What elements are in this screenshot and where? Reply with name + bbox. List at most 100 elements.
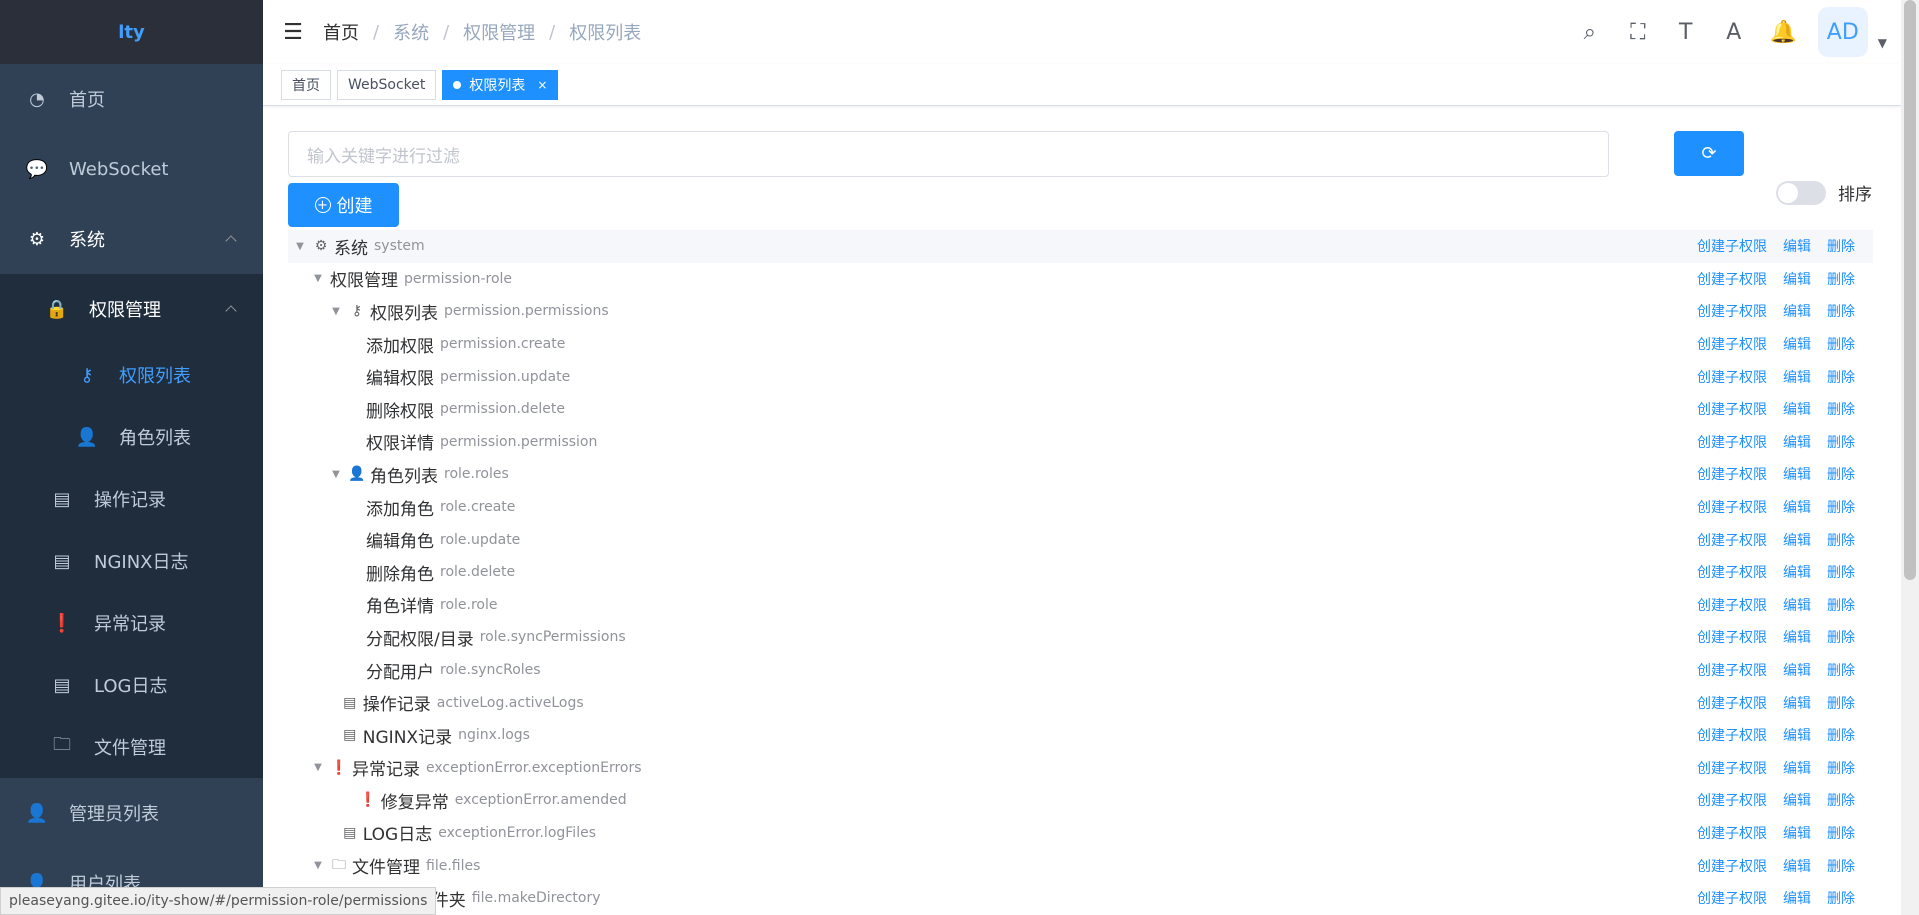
delete-link[interactable]: 删除 — [1827, 627, 1855, 647]
delete-link[interactable]: 删除 — [1827, 399, 1855, 419]
edit-link[interactable]: 编辑 — [1783, 367, 1811, 387]
add-child-permission-link[interactable]: 创建子权限 — [1697, 236, 1767, 256]
sidebar-item-nginx-log[interactable]: ▤ NGINX日志 — [0, 530, 263, 592]
edit-link[interactable]: 编辑 — [1783, 464, 1811, 484]
sidebar-item-websocket[interactable]: 💬 WebSocket — [0, 134, 263, 204]
refresh-button[interactable]: ⟳ — [1674, 131, 1744, 176]
edit-link[interactable]: 编辑 — [1783, 627, 1811, 647]
delete-link[interactable]: 删除 — [1827, 367, 1855, 387]
delete-link[interactable]: 删除 — [1827, 497, 1855, 517]
translate-icon[interactable]: A — [1722, 20, 1746, 45]
edit-link[interactable]: 编辑 — [1783, 660, 1811, 680]
add-child-permission-link[interactable]: 创建子权限 — [1697, 399, 1767, 419]
tree-row[interactable]: 删除角色 role.delete 创建子权限 编辑 删除 — [288, 556, 1873, 589]
tree-row[interactable]: ▼ 🗀 文件管理 file.files 创建子权限 编辑 删除 — [288, 849, 1873, 882]
bell-icon[interactable]: 🔔 — [1770, 20, 1797, 45]
delete-link[interactable]: 删除 — [1827, 823, 1855, 843]
sidebar-item-file-management[interactable]: 🗀 文件管理 — [0, 716, 263, 778]
sidebar-item-log-files[interactable]: ▤ LOG日志 — [0, 654, 263, 716]
sidebar-item-home[interactable]: ◔ 首页 — [0, 64, 263, 134]
close-icon[interactable]: × — [537, 78, 547, 92]
tree-row[interactable]: 权限详情 permission.permission 创建子权限 编辑 删除 — [288, 426, 1873, 459]
breadcrumb-item[interactable]: 首页 — [323, 19, 359, 45]
add-child-permission-link[interactable]: 创建子权限 — [1697, 660, 1767, 680]
tree-row[interactable]: ▤ NGINX记录 nginx.logs 创建子权限 编辑 删除 — [288, 719, 1873, 752]
tree-row[interactable]: ▼ ⚙ 系统 system 创建子权限 编辑 删除 — [288, 230, 1873, 263]
tag-home[interactable]: 首页 — [281, 69, 331, 100]
add-child-permission-link[interactable]: 创建子权限 — [1697, 301, 1767, 321]
delete-link[interactable]: 删除 — [1827, 334, 1855, 354]
add-child-permission-link[interactable]: 创建子权限 — [1697, 432, 1767, 452]
caret-down-icon[interactable]: ▼ — [312, 273, 324, 284]
add-child-permission-link[interactable]: 创建子权限 — [1697, 530, 1767, 550]
add-child-permission-link[interactable]: 创建子权限 — [1697, 888, 1767, 908]
tree-row[interactable]: ▤ 操作记录 activeLog.activeLogs 创建子权限 编辑 删除 — [288, 686, 1873, 719]
tree-row[interactable]: 添加权限 permission.create 创建子权限 编辑 删除 — [288, 328, 1873, 361]
caret-down-icon[interactable]: ▼ — [312, 860, 324, 871]
sidebar-item-admin-list[interactable]: 👤 管理员列表 — [0, 778, 263, 848]
delete-link[interactable]: 删除 — [1827, 530, 1855, 550]
tree-row[interactable]: ❗ 修复异常 exceptionError.amended 创建子权限 编辑 删除 — [288, 784, 1873, 817]
edit-link[interactable]: 编辑 — [1783, 758, 1811, 778]
edit-link[interactable]: 编辑 — [1783, 693, 1811, 713]
delete-link[interactable]: 删除 — [1827, 595, 1855, 615]
add-child-permission-link[interactable]: 创建子权限 — [1697, 464, 1767, 484]
vertical-scrollbar[interactable] — [1901, 0, 1919, 915]
delete-link[interactable]: 删除 — [1827, 856, 1855, 876]
add-child-permission-link[interactable]: 创建子权限 — [1697, 693, 1767, 713]
sidebar-item-role-list[interactable]: 👤 角色列表 — [0, 406, 263, 468]
sidebar-item-system[interactable]: ⚙ 系统 — [0, 204, 263, 274]
edit-link[interactable]: 编辑 — [1783, 334, 1811, 354]
edit-link[interactable]: 编辑 — [1783, 888, 1811, 908]
tree-row[interactable]: 🗀创建文件夹file.makeDirectory创建子权限编辑删除 — [288, 882, 1873, 915]
tree-row[interactable]: ▼ ❗ 异常记录 exceptionError.exceptionErrors 创建子权… — [288, 752, 1873, 785]
edit-link[interactable]: 编辑 — [1783, 269, 1811, 289]
tag-websocket[interactable]: WebSocket — [337, 69, 437, 100]
delete-link[interactable]: 删除 — [1827, 888, 1855, 908]
add-child-permission-link[interactable]: 创建子权限 — [1697, 595, 1767, 615]
tree-row[interactable]: 分配用户 role.syncRoles 创建子权限 编辑 删除 — [288, 654, 1873, 687]
caret-down-icon[interactable]: ▼ — [1878, 36, 1887, 50]
caret-down-icon[interactable]: ▼ — [330, 469, 342, 480]
edit-link[interactable]: 编辑 — [1783, 497, 1811, 517]
fullscreen-icon[interactable]: ⛶ — [1626, 20, 1650, 45]
avatar[interactable]: AD — [1817, 7, 1868, 57]
edit-link[interactable]: 编辑 — [1783, 530, 1811, 550]
tree-row[interactable]: ▼ 权限管理 permission-role 创建子权限 编辑 删除 — [288, 263, 1873, 296]
add-child-permission-link[interactable]: 创建子权限 — [1697, 562, 1767, 582]
edit-link[interactable]: 编辑 — [1783, 432, 1811, 452]
sidebar-item-operation-log[interactable]: ▤ 操作记录 — [0, 468, 263, 530]
caret-down-icon[interactable]: ▼ — [294, 241, 306, 252]
filter-input[interactable]: 输入关键字进行过滤 — [288, 131, 1609, 177]
add-child-permission-link[interactable]: 创建子权限 — [1697, 758, 1767, 778]
edit-link[interactable]: 编辑 — [1783, 823, 1811, 843]
sidebar-item-permission-management[interactable]: 🔒 权限管理 — [0, 274, 263, 344]
add-child-permission-link[interactable]: 创建子权限 — [1697, 269, 1767, 289]
tree-row[interactable]: 角色详情 role.role 创建子权限 编辑 删除 — [288, 589, 1873, 622]
delete-link[interactable]: 删除 — [1827, 301, 1855, 321]
delete-link[interactable]: 删除 — [1827, 660, 1855, 680]
search-icon[interactable]: ⌕ — [1578, 20, 1602, 45]
tree-row[interactable]: ▼ 👤 角色列表 role.roles 创建子权限 编辑 删除 — [288, 458, 1873, 491]
tree-row[interactable]: 删除权限 permission.delete 创建子权限 编辑 删除 — [288, 393, 1873, 426]
add-child-permission-link[interactable]: 创建子权限 — [1697, 725, 1767, 745]
edit-link[interactable]: 编辑 — [1783, 562, 1811, 582]
add-child-permission-link[interactable]: 创建子权限 — [1697, 856, 1767, 876]
sidebar-item-exception-log[interactable]: ❗ 异常记录 — [0, 592, 263, 654]
delete-link[interactable]: 删除 — [1827, 725, 1855, 745]
delete-link[interactable]: 删除 — [1827, 236, 1855, 256]
add-child-permission-link[interactable]: 创建子权限 — [1697, 627, 1767, 647]
edit-link[interactable]: 编辑 — [1783, 399, 1811, 419]
sort-switch[interactable]: 排序 — [1776, 180, 1872, 205]
delete-link[interactable]: 删除 — [1827, 790, 1855, 810]
tree-row[interactable]: 编辑权限 permission.update 创建子权限 编辑 删除 — [288, 360, 1873, 393]
edit-link[interactable]: 编辑 — [1783, 236, 1811, 256]
create-button[interactable]: + 创建 — [288, 183, 399, 227]
delete-link[interactable]: 删除 — [1827, 432, 1855, 452]
caret-down-icon[interactable]: ▼ — [330, 306, 342, 317]
delete-link[interactable]: 删除 — [1827, 693, 1855, 713]
scrollbar-thumb[interactable] — [1904, 0, 1916, 580]
add-child-permission-link[interactable]: 创建子权限 — [1697, 334, 1767, 354]
edit-link[interactable]: 编辑 — [1783, 790, 1811, 810]
edit-link[interactable]: 编辑 — [1783, 595, 1811, 615]
